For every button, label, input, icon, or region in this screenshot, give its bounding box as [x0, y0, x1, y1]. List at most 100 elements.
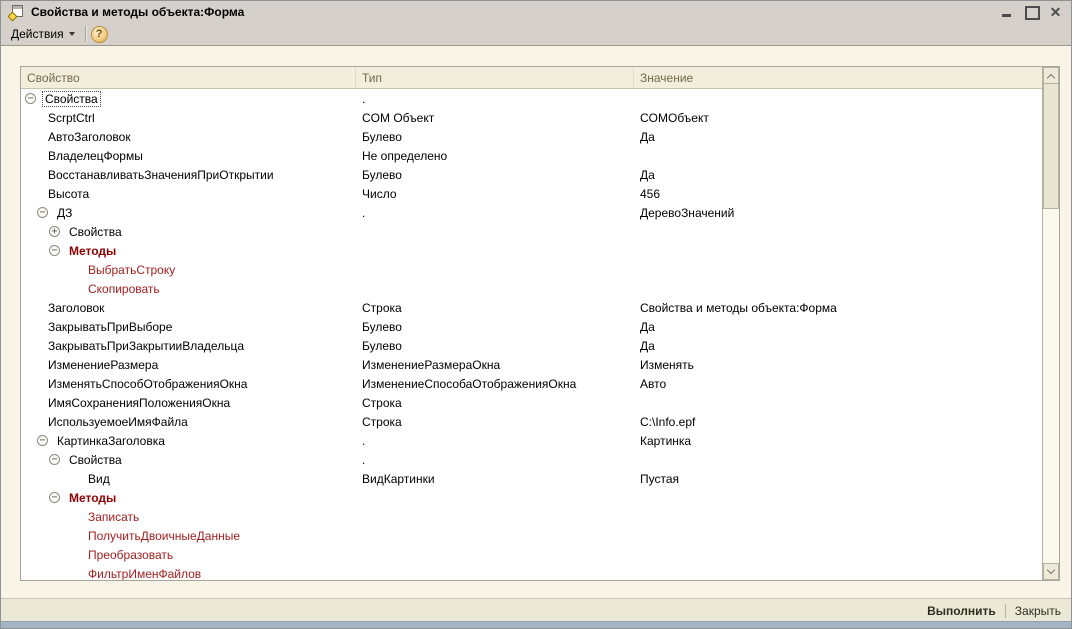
form-icon — [8, 5, 24, 20]
collapse-icon[interactable]: − — [49, 245, 60, 256]
tree-row[interactable]: Преобразовать — [21, 545, 1042, 564]
tree-row[interactable]: ВладелецФормы Не определено — [21, 146, 1042, 165]
property-label: ScrptCtrl — [45, 110, 98, 126]
scrollbar-track[interactable] — [1043, 209, 1059, 563]
type-cell: Строка — [356, 301, 634, 315]
tree-row[interactable]: −Методы — [21, 488, 1042, 507]
tree-row[interactable]: ИзменениеРазмераИзменениеРазмераОкнаИзме… — [21, 355, 1042, 374]
tree-row[interactable]: ИспользуемоеИмяФайлаСтрокаC:\Info.epf — [21, 412, 1042, 431]
tree-row[interactable]: ВосстанавливатьЗначенияПриОткрытии Булево… — [21, 165, 1042, 184]
type-cell: ИзменениеРазмераОкна — [356, 358, 634, 372]
property-label: ИзменятьСпособОтображенияОкна — [45, 376, 250, 392]
window-title: Свойства и методы объекта:Форма — [31, 5, 244, 19]
tree-row[interactable]: ВидВидКартинкиПустая — [21, 469, 1042, 488]
tree-row[interactable]: ИмяСохраненияПоложенияОкна Строка — [21, 393, 1042, 412]
title-bar: Свойства и методы объекта:Форма ✕ — [1, 1, 1071, 23]
type-cell: Булево — [356, 320, 634, 334]
expand-icon[interactable]: + — [49, 226, 60, 237]
property-label: ФильтрИменФайлов — [85, 566, 204, 581]
scrollbar-up-button[interactable] — [1043, 67, 1059, 84]
property-cell: −Свойства — [21, 91, 356, 107]
property-cell: ВыбратьСтроку — [21, 262, 356, 278]
maximize-button-icon[interactable] — [1025, 6, 1037, 18]
toolbar: Действия ? — [1, 23, 1071, 46]
table-body: −Свойства.ScrptCtrlCOM ОбъектCOMОбъектАв… — [21, 89, 1042, 580]
tree-row[interactable]: −Свойства. — [21, 450, 1042, 469]
tree-row[interactable]: ВыбратьСтроку — [21, 260, 1042, 279]
tree-row[interactable]: ПолучитьДвоичныеДанные — [21, 526, 1042, 545]
property-label: Методы — [66, 243, 119, 259]
property-label: ВладелецФормы — [45, 148, 146, 164]
chevron-up-icon — [1047, 73, 1055, 81]
help-button[interactable]: ? — [91, 26, 108, 43]
question-icon: ? — [96, 28, 103, 40]
property-label: ВосстанавливатьЗначенияПриОткрытии — [45, 167, 277, 183]
type-cell: Булево — [356, 168, 634, 182]
property-label: ИмяСохраненияПоложенияОкна — [45, 395, 233, 411]
tree-row[interactable]: ЗакрыватьПриВыборе БулевоДа — [21, 317, 1042, 336]
collapse-icon[interactable]: − — [25, 93, 36, 104]
minimize-button-icon[interactable] — [1001, 6, 1013, 18]
tree-row[interactable]: ВысотаЧисло456 — [21, 184, 1042, 203]
value-cell: 456 — [634, 187, 1041, 201]
property-cell: АвтоЗаголовок — [21, 129, 356, 145]
value-cell: Да — [634, 320, 1041, 334]
properties-dialog-window: Свойства и методы объекта:Форма ✕ Действ… — [0, 0, 1072, 629]
actions-menu-label: Действия — [11, 27, 64, 41]
type-cell: Булево — [356, 130, 634, 144]
chevron-down-icon — [69, 32, 75, 36]
tree-row[interactable]: −Методы — [21, 241, 1042, 260]
type-cell: ИзменениеСпособаОтображенияОкна — [356, 377, 634, 391]
tree-row[interactable]: ЗакрыватьПриЗакрытииВладельцаБулевоДа — [21, 336, 1042, 355]
property-cell: Вид — [21, 471, 356, 487]
type-cell: . — [356, 434, 634, 448]
execute-button[interactable]: Выполнить — [927, 604, 996, 618]
property-label: Высота — [45, 186, 92, 202]
tree-row[interactable]: −КартинкаЗаголовка.Картинка — [21, 431, 1042, 450]
property-cell: ВосстанавливатьЗначенияПриОткрытии — [21, 167, 356, 183]
close-button[interactable]: Закрыть — [1015, 604, 1061, 618]
actions-menu-button[interactable]: Действия — [6, 25, 80, 43]
property-cell: −Методы — [21, 243, 356, 259]
collapse-icon[interactable]: − — [37, 207, 48, 218]
value-cell: C:\Info.epf — [634, 415, 1041, 429]
scrollbar-down-button[interactable] — [1043, 563, 1059, 580]
scrollbar-thumb[interactable] — [1043, 84, 1059, 209]
collapse-icon[interactable]: − — [49, 492, 60, 503]
collapse-icon[interactable]: − — [37, 435, 48, 446]
property-cell: ФильтрИменФайлов — [21, 566, 356, 581]
type-cell: Строка — [356, 396, 634, 410]
tree-row[interactable]: −ДЗ.ДеревоЗначений — [21, 203, 1042, 222]
property-cell: Высота — [21, 186, 356, 202]
property-cell: ЗакрыватьПриВыборе — [21, 319, 356, 335]
value-cell: Да — [634, 130, 1041, 144]
tree-row[interactable]: ScrptCtrlCOM ОбъектCOMОбъект — [21, 108, 1042, 127]
property-cell: ЗакрыватьПриЗакрытииВладельца — [21, 338, 356, 354]
property-label: Методы — [66, 490, 119, 506]
close-button-icon[interactable]: ✕ — [1049, 6, 1062, 18]
vertical-scrollbar[interactable] — [1042, 67, 1059, 580]
property-cell: −Методы — [21, 490, 356, 506]
toolbar-separator — [85, 26, 86, 42]
tree-row[interactable]: ЗаголовокСтрокаСвойства и методы объекта… — [21, 298, 1042, 317]
property-label: ПолучитьДвоичныеДанные — [85, 528, 243, 544]
footer-separator — [1005, 604, 1006, 618]
property-label: ЗакрыватьПриВыборе — [45, 319, 175, 335]
footer-bar: Выполнить Закрыть — [1, 598, 1071, 623]
tree-row[interactable]: −Свойства. — [21, 89, 1042, 108]
property-cell: Заголовок — [21, 300, 356, 316]
window-controls: ✕ — [1001, 6, 1064, 18]
property-label: Записать — [85, 509, 142, 525]
type-cell: Не определено — [356, 149, 634, 163]
tree-row[interactable]: ИзменятьСпособОтображенияОкна ИзменениеСп… — [21, 374, 1042, 393]
properties-tree-table: СвойствоТипЗначение −Свойства.ScrptCtrlC… — [20, 66, 1060, 581]
tree-row[interactable]: АвтоЗаголовокБулевоДа — [21, 127, 1042, 146]
tree-row[interactable]: Скопировать — [21, 279, 1042, 298]
property-label: ДЗ — [54, 205, 75, 221]
property-label: Заголовок — [45, 300, 107, 316]
collapse-icon[interactable]: − — [49, 454, 60, 465]
tree-row[interactable]: ФильтрИменФайлов — [21, 564, 1042, 580]
tree-row[interactable]: Записать — [21, 507, 1042, 526]
property-label: Свойства — [42, 91, 101, 107]
tree-row[interactable]: +Свойства — [21, 222, 1042, 241]
